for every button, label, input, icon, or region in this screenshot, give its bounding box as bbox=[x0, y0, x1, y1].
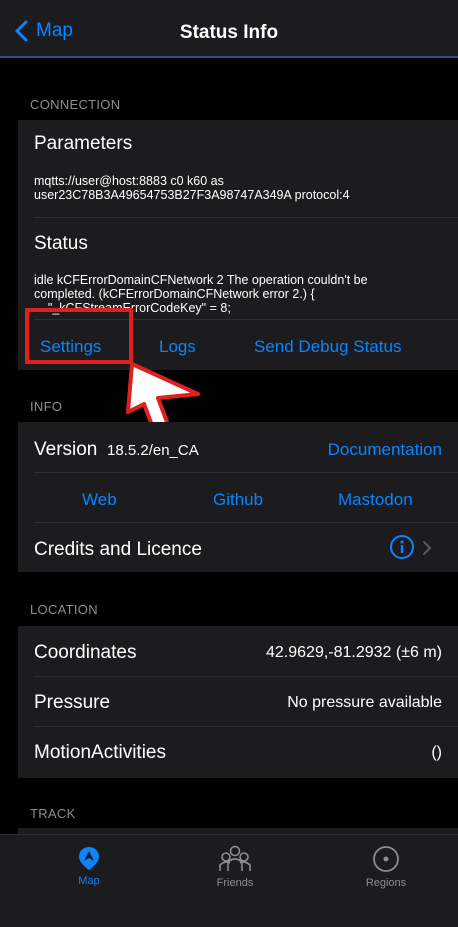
navigation-bar: Map Status Info bbox=[0, 0, 458, 58]
web-link[interactable]: Web bbox=[82, 490, 117, 510]
info-group: Version 18.5.2/en_CA Documentation Web G… bbox=[18, 422, 458, 572]
tab-bar: Map Friends Regions bbox=[0, 834, 458, 927]
status-title: Status bbox=[34, 233, 88, 254]
coordinates-label: Coordinates bbox=[34, 642, 137, 663]
map-pin-icon bbox=[79, 847, 99, 870]
pressure-value: No pressure available bbox=[287, 694, 442, 711]
tab-map[interactable]: Map bbox=[39, 845, 139, 887]
section-header-location: LOCATION bbox=[30, 602, 98, 617]
chevron-right-icon bbox=[423, 541, 432, 555]
separator bbox=[34, 217, 458, 218]
back-button-label: Map bbox=[36, 20, 73, 41]
version-label: Version bbox=[34, 439, 98, 460]
section-header-connection: CONNECTION bbox=[30, 97, 121, 112]
credits-and-licence-row[interactable]: Credits and Licence bbox=[34, 539, 202, 561]
status-line-1: idle kCFErrorDomainCFNetwork 2 The opera… bbox=[34, 273, 368, 287]
section-header-track: TRACK bbox=[30, 806, 76, 821]
mastodon-link[interactable]: Mastodon bbox=[338, 490, 413, 510]
version-value: 18.5.2/en_CA bbox=[107, 442, 199, 459]
pressure-label: Pressure bbox=[34, 692, 111, 713]
separator bbox=[34, 726, 458, 727]
documentation-link[interactable]: Documentation bbox=[328, 440, 442, 460]
info-circle-icon[interactable] bbox=[389, 534, 415, 560]
settings-highlight-box bbox=[25, 308, 133, 364]
tab-friends-label: Friends bbox=[216, 877, 254, 889]
regions-icon bbox=[373, 846, 399, 872]
chevron-left-icon bbox=[15, 20, 28, 42]
back-button[interactable]: Map bbox=[14, 20, 73, 42]
tab-friends[interactable]: Friends bbox=[185, 845, 285, 889]
coordinates-value: 42.9629,-81.2932 (±6 m) bbox=[266, 644, 442, 661]
tab-regions[interactable]: Regions bbox=[336, 845, 436, 889]
tab-regions-label: Regions bbox=[365, 877, 407, 889]
motion-activities-label: MotionActivities bbox=[34, 742, 166, 763]
section-header-info: INFO bbox=[30, 399, 63, 414]
separator bbox=[34, 472, 458, 473]
separator bbox=[34, 522, 458, 523]
github-link[interactable]: Github bbox=[213, 490, 263, 510]
motion-activities-value: () bbox=[431, 744, 442, 761]
status-line-2: completed. (kCFErrorDomainCFNetwork erro… bbox=[34, 287, 315, 301]
send-debug-status-button[interactable]: Send Debug Status bbox=[254, 337, 401, 357]
friends-icon bbox=[219, 845, 251, 871]
parameters-line-2: user23C78B3A49654753B27F3A98747A349A pro… bbox=[34, 188, 350, 202]
tab-map-label: Map bbox=[78, 875, 100, 887]
location-group: Coordinates 42.9629,-81.2932 (±6 m) Pres… bbox=[18, 626, 458, 778]
logs-button[interactable]: Logs bbox=[159, 337, 196, 357]
parameters-title: Parameters bbox=[34, 133, 133, 154]
separator bbox=[34, 676, 458, 677]
parameters-line-1: mqtts://user@host:8883 c0 k60 as bbox=[34, 174, 224, 188]
